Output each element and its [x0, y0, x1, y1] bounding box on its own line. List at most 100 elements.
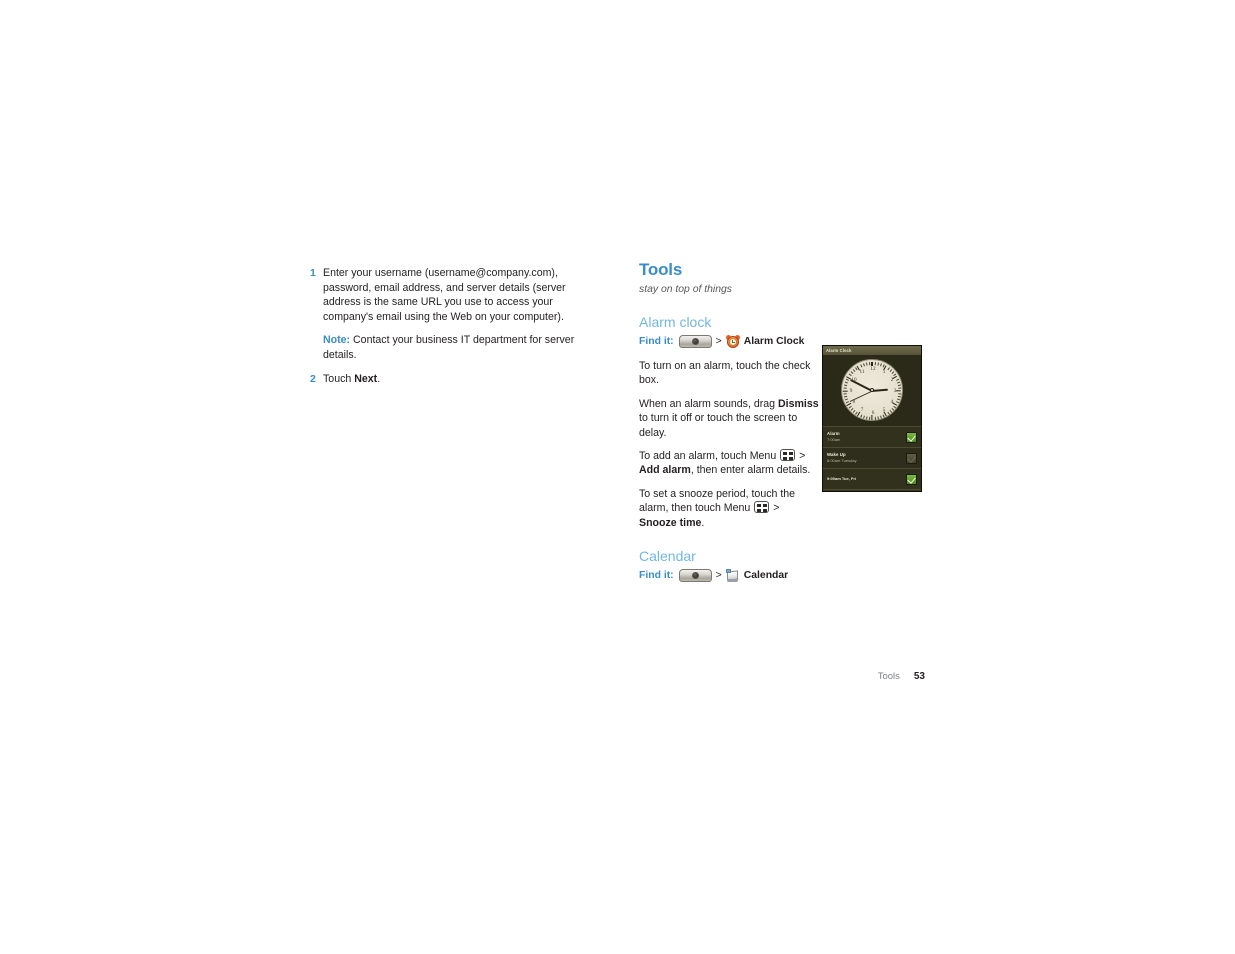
clock-tick [879, 362, 882, 366]
clock-tick [874, 416, 876, 420]
step-text-after: . [377, 372, 381, 385]
clock-tick [845, 400, 849, 403]
step-2: 2 Touch Next. [310, 372, 600, 387]
analog-clock-area: 12 1 2 3 4 5 6 7 8 9 10 11 [823, 355, 921, 425]
clock-tick [868, 416, 870, 420]
clock-tick [896, 381, 900, 383]
paragraph-text: to turn it off or touch the screen to de… [639, 412, 798, 439]
footer-page-number: 53 [913, 671, 925, 682]
clock-number: 6 [871, 410, 875, 416]
clock-tick [865, 362, 868, 366]
clock-tick [882, 414, 885, 418]
clock-number: 8 [852, 399, 856, 405]
alarm-item-checkbox[interactable] [906, 473, 917, 485]
alarm-item-checkbox[interactable] [906, 431, 917, 443]
analog-clock-face: 12 1 2 3 4 5 6 7 8 9 10 11 [841, 359, 903, 421]
clock-tick [852, 409, 855, 413]
heading-alarm-clock: Alarm clock [639, 314, 712, 330]
checkmark-icon [907, 454, 916, 463]
checkmark-icon [907, 475, 916, 484]
paragraph-separator: > [770, 502, 780, 515]
alarm-item-time: 9:00am Tue, Fri [827, 476, 857, 482]
paragraph-text: When an alarm sounds, drag [639, 397, 778, 410]
paragraph-turn-on-alarm: To turn on an alarm, touch the check box… [639, 359, 819, 388]
clock-number: 10 [851, 377, 857, 383]
step-number: 1 [310, 267, 316, 279]
clock-number: 5 [882, 407, 886, 414]
find-it-label: Find it: [639, 570, 674, 582]
clock-number: 3 [893, 388, 897, 394]
add-alarm-bold-text: Add alarm [639, 464, 691, 477]
find-it-app-name: Alarm Clock [743, 336, 805, 347]
home-key-icon [678, 569, 712, 583]
find-it-calendar: Find it: > Calendar [639, 568, 819, 583]
menu-key-icon [780, 449, 796, 462]
paragraph-text: To turn on an alarm, touch the check box… [639, 360, 811, 387]
phone-title-bar: Alarm Clock [823, 346, 921, 355]
clock-tick [876, 415, 879, 419]
clock-tick [876, 362, 879, 366]
clock-tick [890, 407, 894, 411]
manual-page: 1 Enter your username (username@company.… [0, 0, 1235, 954]
alarm-item-text: Alarm 7:00am [827, 430, 840, 443]
clock-tick [868, 361, 870, 365]
left-column: 1 Enter your username (username@company.… [310, 266, 600, 395]
clock-tick [859, 414, 862, 418]
clock-tick [862, 415, 865, 419]
section-subtitle: stay on top of things [639, 284, 732, 295]
alarm-item-name: Alarm [827, 430, 840, 436]
clock-tick [896, 398, 900, 400]
clock-tick [890, 370, 894, 374]
alarm-clock-icon [724, 333, 741, 349]
clock-tick [852, 368, 855, 372]
find-it-separator: > [715, 335, 722, 347]
clock-number: 7 [860, 407, 864, 414]
alarm-list-item[interactable]: 9:00am Tue, Fri [823, 468, 921, 489]
clock-tick [844, 381, 848, 383]
find-it-label: Find it: [639, 336, 674, 347]
calendar-icon [725, 569, 740, 583]
paragraph-text: , then enter alarm details. [690, 464, 811, 477]
right-column: Tools stay on top of things Alarm clock … [639, 260, 819, 583]
clock-tick [859, 363, 862, 367]
clock-tick [843, 383, 847, 386]
alarm-item-text: 9:00am Tue, Fri [827, 476, 856, 482]
clock-number: 12 [870, 366, 876, 372]
checkmark-icon [907, 433, 916, 442]
clock-tick [850, 407, 854, 411]
clock-tick [850, 370, 854, 374]
snooze-time-bold-text: Snooze time [639, 516, 702, 529]
menu-key-icon [754, 501, 770, 514]
clock-tick [897, 383, 901, 386]
step-text-before: Touch [323, 372, 355, 385]
note-block: Note: Contact your business IT departmen… [323, 333, 600, 362]
clock-tick [879, 415, 882, 419]
clock-number: 2 [890, 377, 894, 383]
dismiss-bold-text: Dismiss [777, 397, 819, 410]
clock-tick [897, 395, 901, 398]
clock-tick [844, 398, 848, 400]
footer-chapter: Tools [877, 671, 900, 682]
phone-screenshot-alarm-clock: Alarm Clock 12 1 2 3 4 5 6 7 8 9 10 11 Alarm 7:00am W… [822, 345, 922, 492]
clock-center-pin [870, 388, 874, 392]
alarm-list-item[interactable]: Alarm 7:00am [823, 426, 921, 447]
alarm-item-checkbox[interactable] [906, 452, 917, 464]
clock-tick [889, 409, 892, 413]
page-title: Tools [639, 260, 683, 279]
paragraph-add-alarm: To add an alarm, touch Menu > Add alarm,… [639, 449, 819, 478]
clock-tick [843, 395, 847, 398]
alarm-item-text: Wake Up 8:00am Tuesday [827, 451, 857, 464]
page-footer: Tools 53 [0, 671, 925, 682]
clock-number: 4 [890, 399, 894, 405]
find-it-app-name: Calendar [743, 570, 789, 582]
paragraph-alarm-sounds: When an alarm sounds, drag Dismiss to tu… [639, 397, 819, 440]
note-label: Note: [323, 334, 351, 347]
paragraph-text: . [701, 516, 705, 529]
heading-calendar: Calendar [639, 548, 696, 565]
step-text: Touch Next. [323, 372, 600, 387]
clock-hour-hand [871, 388, 889, 392]
alarm-item-name: Wake Up [827, 451, 846, 457]
alarm-list-item[interactable]: Wake Up 8:00am Tuesday [823, 447, 921, 468]
clock-number: 11 [859, 368, 865, 375]
paragraph-text: To add an alarm, touch Menu [639, 450, 780, 463]
